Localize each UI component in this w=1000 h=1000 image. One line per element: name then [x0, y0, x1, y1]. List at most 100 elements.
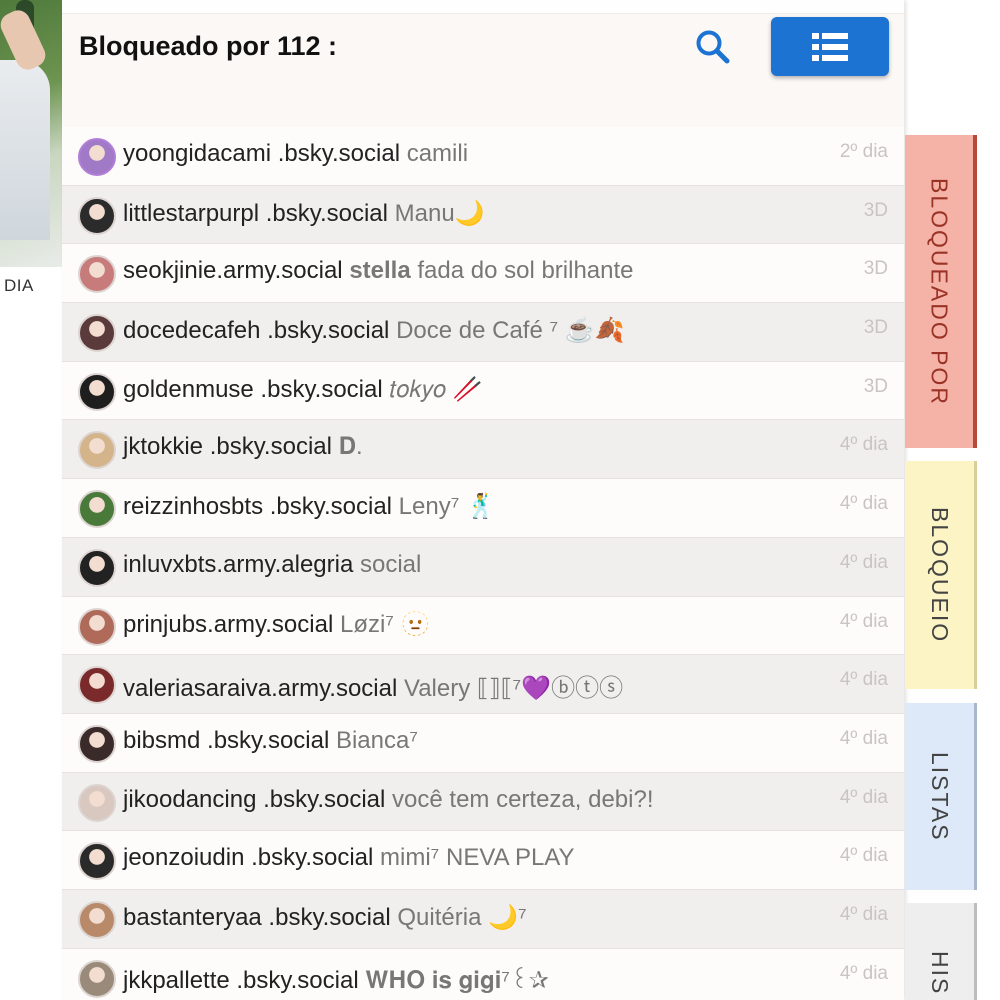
avatar[interactable]	[78, 372, 116, 411]
display-name: 𝐃.	[338, 433, 363, 461]
user-handle[interactable]: reizzinhosbts .bsky.social	[123, 493, 392, 520]
display-name: 𝐖𝐇𝐎 𝐢𝐬 𝐠𝐢𝐠𝐢⁷꒰✰	[365, 966, 549, 994]
avatar[interactable]	[78, 724, 116, 763]
list-item[interactable]: jktokkie .bsky.social 𝐃. 4º dia	[62, 420, 904, 480]
tab-history[interactable]: HIS	[905, 903, 977, 1000]
block-age: 3D	[863, 317, 888, 339]
user-handle-line: prinjubs.army.social Løzi⁷ 🫥	[123, 610, 431, 639]
user-handle-line: inluvxbts.army.alegria social	[123, 551, 421, 579]
avatar[interactable]	[78, 666, 116, 705]
tab-label: HIS	[927, 951, 953, 996]
user-handle[interactable]: seokjinie.army.social	[123, 257, 343, 284]
list-item[interactable]: yoongidacami .bsky.social camili 2º dia	[62, 127, 904, 186]
avatar[interactable]	[78, 490, 116, 529]
display-name: você tem certeza, debi?!	[392, 785, 654, 813]
user-handle[interactable]: yoongidacami .bsky.social	[123, 140, 400, 167]
block-age: 2º dia	[839, 141, 888, 162]
display-name: 𝑡𝑜𝑘𝑦𝑜 🥢	[389, 375, 483, 403]
search-button[interactable]	[692, 26, 734, 68]
block-age: 4º dia	[839, 434, 888, 456]
display-name: Løzi⁷ 🫥	[339, 610, 431, 638]
block-age: 4º dia	[839, 903, 888, 925]
background-photo	[0, 0, 62, 267]
user-handle-line: docedecafeh .bsky.social Doce de Café ⁷ …	[123, 316, 625, 345]
list-item[interactable]: prinjubs.army.social Løzi⁷ 🫥 4º dia	[62, 596, 904, 656]
avatar[interactable]	[78, 314, 116, 353]
avatar[interactable]	[78, 607, 116, 646]
block-age: 4º dia	[839, 845, 888, 867]
display-name: Leny⁷ 🕺	[398, 493, 496, 521]
app-screen: DIA Bloqueado por 112 : yoongidacami .bs…	[0, 0, 1000, 1000]
user-handle-line: seokjinie.army.social stella fada do sol…	[123, 257, 634, 285]
display-name: mimi⁷ NEVA PLAY	[380, 844, 575, 872]
list-item[interactable]: jikoodancing .bsky.social você tem certe…	[62, 772, 904, 832]
blocked-by-panel: Bloqueado por 112 : yoongidacami .bsky.s…	[62, 0, 904, 1000]
user-handle-line: jikoodancing .bsky.social você tem certe…	[123, 786, 654, 814]
user-handle-line: jkkpallette .bsky.social 𝐖𝐇𝐎 𝐢𝐬 𝐠𝐢𝐠𝐢⁷꒰✰	[123, 962, 549, 995]
user-handle[interactable]: bibsmd .bsky.social	[123, 727, 329, 754]
block-age: 4º dia	[839, 493, 888, 515]
user-handle-line: bastanteryaa .bsky.social Quitéria 🌙⁷	[123, 903, 527, 932]
block-age: 3D	[863, 375, 888, 397]
list-item[interactable]: jeonzoiudin .bsky.social mimi⁷ NEVA PLAY…	[62, 831, 904, 890]
avatar[interactable]	[78, 900, 116, 939]
list-item[interactable]: jkkpallette .bsky.social 𝐖𝐇𝐎 𝐢𝐬 𝐠𝐢𝐠𝐢⁷꒰✰ 4…	[62, 948, 904, 1000]
list-item[interactable]: bastanteryaa .bsky.social Quitéria 🌙⁷ 4º …	[62, 889, 904, 949]
background-label: DIA	[4, 276, 34, 295]
list-item[interactable]: valeriasaraiva.army.social Valery ⟦⟧⟦⁷💜ⓑ…	[62, 655, 904, 714]
block-age: 4º dia	[839, 727, 888, 749]
avatar[interactable]	[78, 138, 116, 176]
user-handle[interactable]: jkkpallette .bsky.social	[123, 967, 359, 994]
user-handle[interactable]: bastanteryaa .bsky.social	[123, 904, 391, 931]
list-view-icon	[812, 32, 848, 61]
user-handle-line: reizzinhosbts .bsky.social Leny⁷ 🕺	[123, 492, 496, 521]
display-name: Manu🌙	[394, 199, 485, 227]
block-age: 4º dia	[839, 962, 888, 984]
list-item[interactable]: bibsmd .bsky.social Bianca⁷ 4º dia	[62, 713, 904, 773]
user-handle[interactable]: jeonzoiudin .bsky.social	[123, 844, 373, 871]
display-name: Quitéria 🌙⁷	[397, 903, 527, 931]
display-name: fada do sol brilhante	[417, 257, 634, 285]
block-age: 4º dia	[839, 610, 888, 632]
list-item[interactable]: goldenmuse .bsky.social 𝑡𝑜𝑘𝑦𝑜 🥢 3D	[62, 361, 904, 421]
search-icon	[696, 30, 730, 64]
list-item[interactable]: reizzinhosbts .bsky.social Leny⁷ 🕺 4º dia	[62, 479, 904, 538]
user-handle[interactable]: valeriasaraiva.army.social	[123, 675, 397, 702]
list-item[interactable]: inluvxbts.army.alegria social 4º dia	[62, 537, 904, 597]
user-handle[interactable]: prinjubs.army.social	[123, 611, 333, 638]
tab-blocked-by[interactable]: BLOQUEADO POR	[905, 135, 977, 448]
user-handle[interactable]: jktokkie .bsky.social	[123, 433, 332, 460]
display-name-bold: stella	[349, 257, 411, 285]
block-age: 4º dia	[839, 669, 888, 691]
avatar[interactable]	[78, 431, 116, 470]
list-item[interactable]: docedecafeh .bsky.social Doce de Café ⁷ …	[62, 303, 904, 362]
user-handle[interactable]: docedecafeh .bsky.social	[123, 317, 389, 344]
tab-label: BLOQUEADO POR	[926, 177, 953, 406]
background-figure	[0, 60, 50, 240]
panel-top-edge	[62, 0, 904, 14]
user-handle[interactable]: littlestarpurpl .bsky.social	[123, 200, 388, 227]
list-item[interactable]: seokjinie.army.social stella fada do sol…	[62, 244, 904, 304]
block-age: 4º dia	[839, 551, 888, 573]
display-name: Valery ⟦⟧⟦⁷💜ⓑⓣⓢ	[403, 675, 624, 703]
avatar[interactable]	[78, 783, 116, 822]
blocked-by-list: yoongidacami .bsky.social camili 2º dia li…	[62, 127, 904, 1000]
display-name: camili	[406, 140, 469, 167]
tab-lists[interactable]: LISTAS	[905, 703, 977, 890]
avatar[interactable]	[78, 842, 116, 881]
user-handle-line: littlestarpurpl .bsky.social Manu🌙	[123, 199, 485, 228]
avatar[interactable]	[78, 255, 116, 294]
avatar[interactable]	[78, 959, 116, 998]
display-name: Doce de Café ⁷ ☕🍂	[396, 317, 625, 345]
block-age: 4º dia	[839, 786, 888, 808]
avatar[interactable]	[78, 196, 116, 235]
tab-blocking[interactable]: BLOQUEIO	[905, 461, 977, 689]
list-view-button[interactable]	[771, 17, 889, 76]
tab-label: BLOQUEIO	[927, 506, 953, 644]
list-item[interactable]: littlestarpurpl .bsky.social Manu🌙 3D	[62, 185, 904, 245]
user-handle-line: yoongidacami .bsky.social camili	[123, 140, 468, 168]
user-handle[interactable]: inluvxbts.army.alegria	[123, 551, 353, 578]
user-handle[interactable]: jikoodancing .bsky.social	[123, 786, 385, 813]
user-handle[interactable]: goldenmuse .bsky.social	[123, 376, 383, 403]
avatar[interactable]	[78, 548, 116, 587]
